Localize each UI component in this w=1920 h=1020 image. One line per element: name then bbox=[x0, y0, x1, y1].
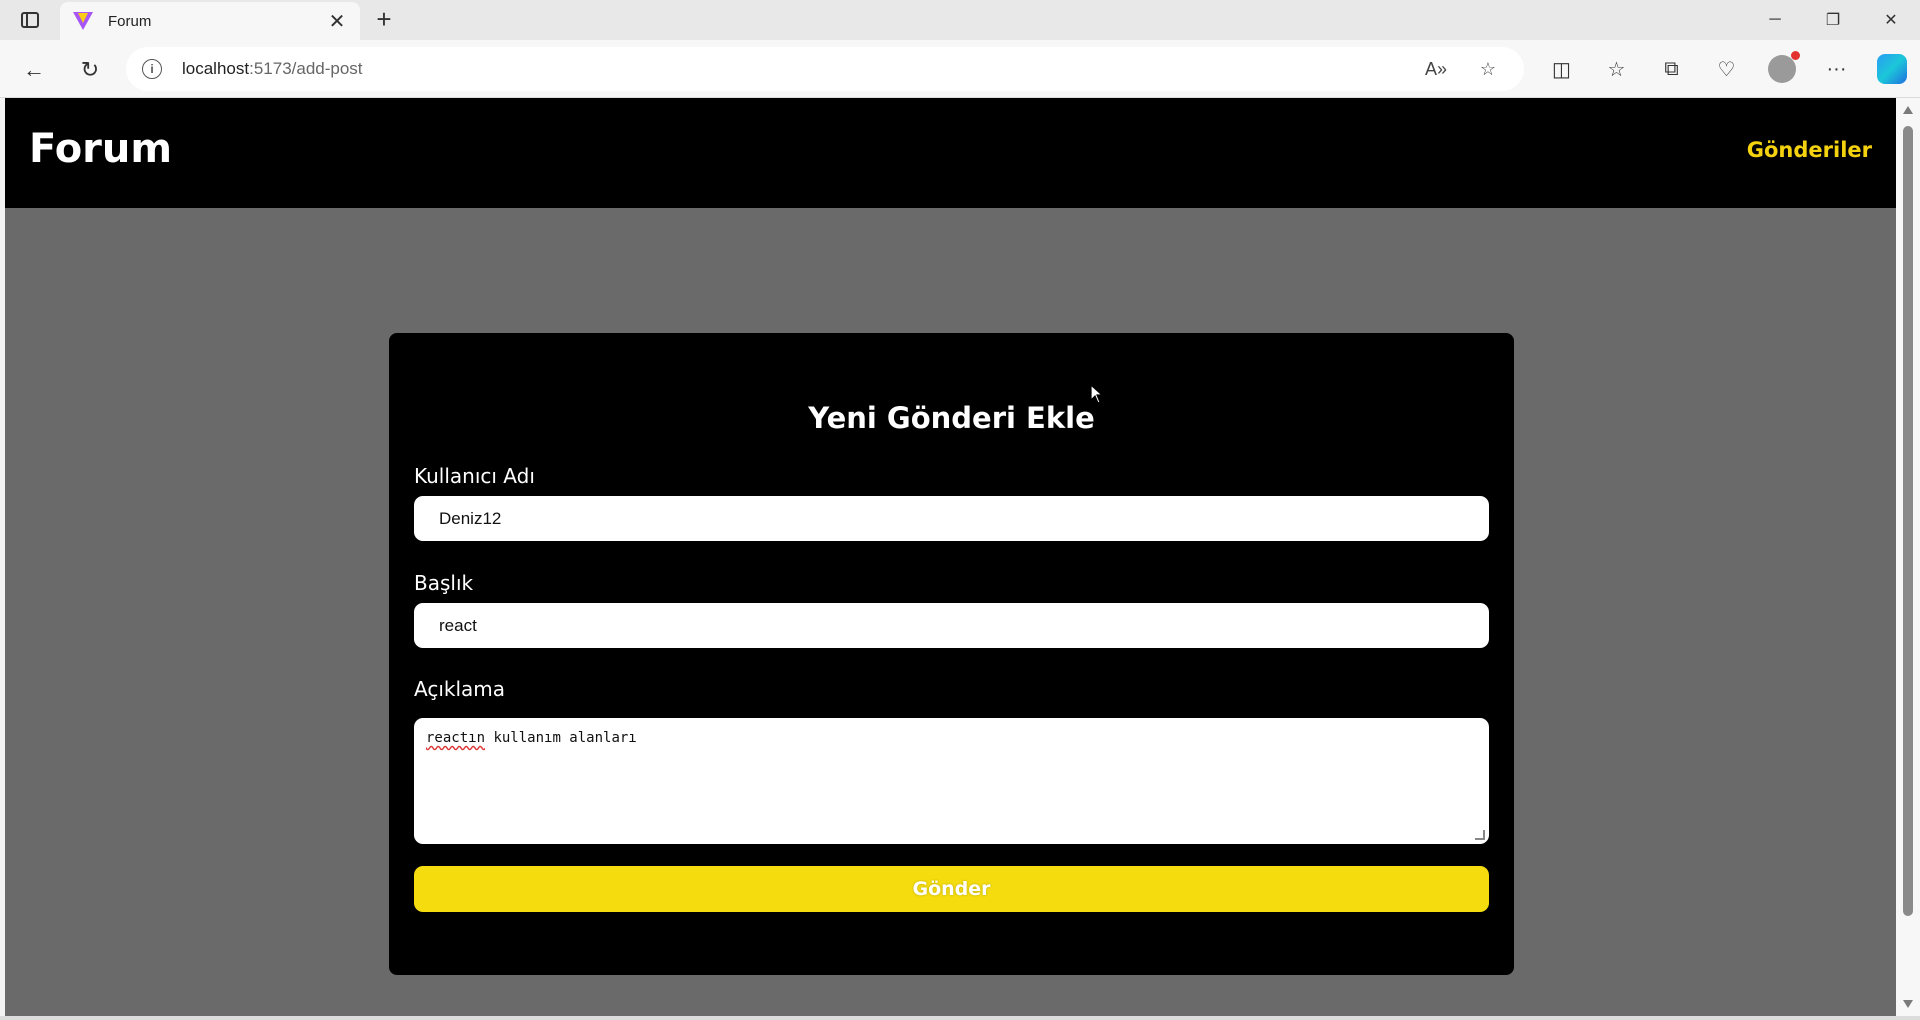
site-logo[interactable]: Forum bbox=[29, 126, 172, 172]
collections-icon[interactable]: ⧉ bbox=[1644, 48, 1699, 90]
window-controls: ─ ❐ ✕ bbox=[1746, 0, 1920, 40]
textarea-resize-handle[interactable] bbox=[1475, 830, 1485, 840]
favorite-star-icon[interactable]: ☆ bbox=[1468, 59, 1508, 80]
form-title: Yeni Gönderi Ekle bbox=[808, 401, 1095, 435]
username-value: Deniz12 bbox=[439, 508, 502, 528]
page-viewport: Forum Gönderiler Yeni Gönderi Ekle Kulla… bbox=[5, 98, 1896, 1016]
username-label: Kullanıcı Adı bbox=[414, 464, 535, 488]
browser-toolbar-right: ◫ ☆ ⧉ ♡ ··· bbox=[1534, 48, 1919, 90]
close-window-button[interactable]: ✕ bbox=[1862, 0, 1920, 40]
browser-essentials-icon[interactable]: ♡ bbox=[1699, 48, 1754, 90]
site-header: Forum Gönderiler bbox=[5, 98, 1896, 208]
title-value: react bbox=[439, 615, 477, 635]
description-text: kullanım alanları bbox=[485, 730, 637, 746]
settings-more-icon[interactable]: ··· bbox=[1809, 48, 1864, 90]
refresh-button[interactable]: ↻ bbox=[72, 52, 108, 88]
nav-link-posts[interactable]: Gönderiler bbox=[1747, 138, 1872, 162]
new-tab-button[interactable]: + bbox=[368, 4, 400, 36]
vite-favicon-icon bbox=[73, 12, 93, 30]
scrollbar-thumb[interactable] bbox=[1903, 126, 1913, 916]
url-path: :5173/add-post bbox=[249, 59, 363, 78]
profile-button[interactable] bbox=[1754, 48, 1809, 90]
browser-toolbar: ← ↻ i localhost:5173/add-post A» ☆ ◫ ☆ ⧉… bbox=[0, 40, 1920, 98]
url-host: localhost bbox=[182, 59, 250, 78]
username-input[interactable]: Deniz12 bbox=[414, 496, 1489, 541]
split-screen-icon[interactable]: ◫ bbox=[1534, 48, 1589, 90]
browser-tab[interactable]: Forum ✕ bbox=[60, 2, 360, 40]
read-aloud-icon[interactable]: A» bbox=[1416, 59, 1456, 80]
description-textarea[interactable]: reactın kullanım alanları bbox=[414, 718, 1489, 844]
copilot-button[interactable] bbox=[1864, 48, 1919, 90]
title-label: Başlık bbox=[414, 571, 474, 595]
page-scrollbar[interactable] bbox=[1896, 98, 1920, 1016]
add-post-form: Yeni Gönderi Ekle Kullanıcı Adı Deniz12 … bbox=[389, 333, 1514, 975]
description-label: Açıklama bbox=[414, 677, 506, 701]
window-bottom-border bbox=[0, 1016, 1920, 1020]
minimize-button[interactable]: ─ bbox=[1746, 0, 1804, 40]
submit-button[interactable]: Gönder bbox=[414, 866, 1489, 912]
tab-close-icon[interactable]: ✕ bbox=[326, 9, 348, 34]
address-bar[interactable]: i localhost:5173/add-post A» ☆ bbox=[126, 47, 1524, 91]
url-text[interactable]: localhost:5173/add-post bbox=[182, 59, 1404, 79]
scroll-down-icon[interactable] bbox=[1903, 1000, 1913, 1008]
copilot-icon bbox=[1876, 54, 1907, 84]
site-info-icon[interactable]: i bbox=[142, 59, 162, 79]
tab-actions-icon bbox=[21, 12, 39, 28]
title-input[interactable]: react bbox=[414, 603, 1489, 648]
restore-button[interactable]: ❐ bbox=[1804, 0, 1862, 40]
avatar bbox=[1767, 51, 1800, 83]
tab-actions-button[interactable] bbox=[14, 6, 46, 34]
back-button[interactable]: ← bbox=[16, 52, 52, 88]
scroll-up-icon[interactable] bbox=[1903, 106, 1913, 114]
favorites-icon[interactable]: ☆ bbox=[1589, 48, 1644, 90]
spellcheck-word: reactın bbox=[426, 730, 486, 746]
browser-tab-bar: Forum ✕ + ─ ❐ ✕ bbox=[0, 0, 1920, 40]
tab-title: Forum bbox=[108, 12, 152, 30]
